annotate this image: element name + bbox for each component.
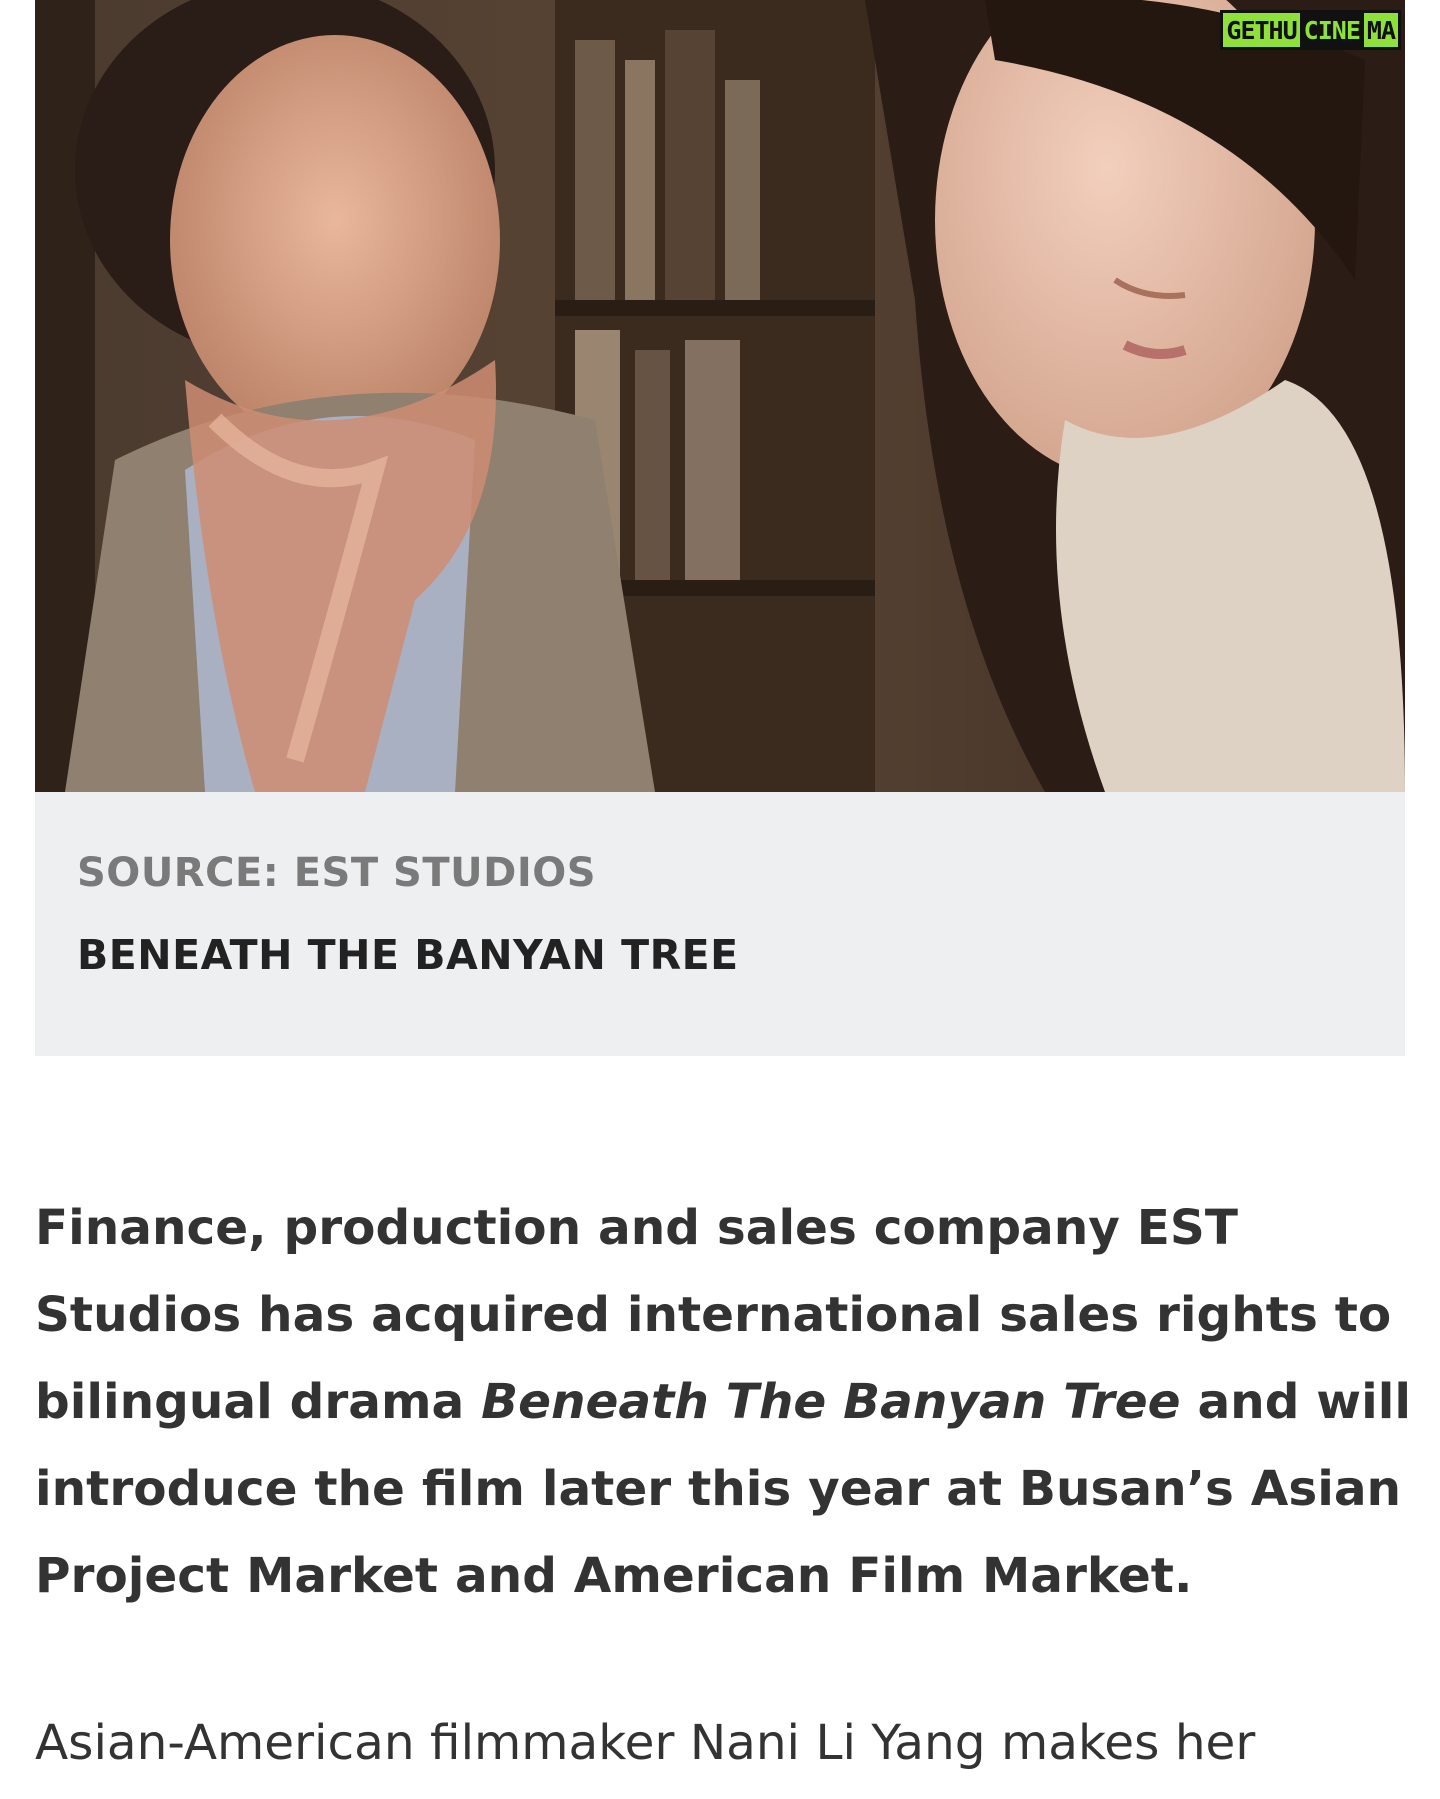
watermark-part-3: MA: [1363, 10, 1401, 50]
article-lead-paragraph: Finance, production and sales company ES…: [35, 1185, 1415, 1620]
channel-watermark: GETHU CINE MA: [1220, 10, 1401, 50]
article-paragraph: Asian-American filmmaker Nani Li Yang ma…: [35, 1715, 1256, 1771]
film-title: Beneath The Banyan Tree: [481, 1374, 1181, 1430]
watermark-part-1: GETHU: [1220, 10, 1300, 50]
article-hero-image: GETHU CINE MA: [35, 0, 1405, 792]
film-still-illustration: [35, 0, 1405, 792]
caption-title: BENEATH THE BANYAN TREE: [77, 931, 739, 979]
caption-source: SOURCE: EST STUDIOS: [77, 850, 597, 896]
watermark-part-2: CINE: [1299, 10, 1364, 50]
image-caption: SOURCE: EST STUDIOS BENEATH THE BANYAN T…: [35, 792, 1405, 1056]
